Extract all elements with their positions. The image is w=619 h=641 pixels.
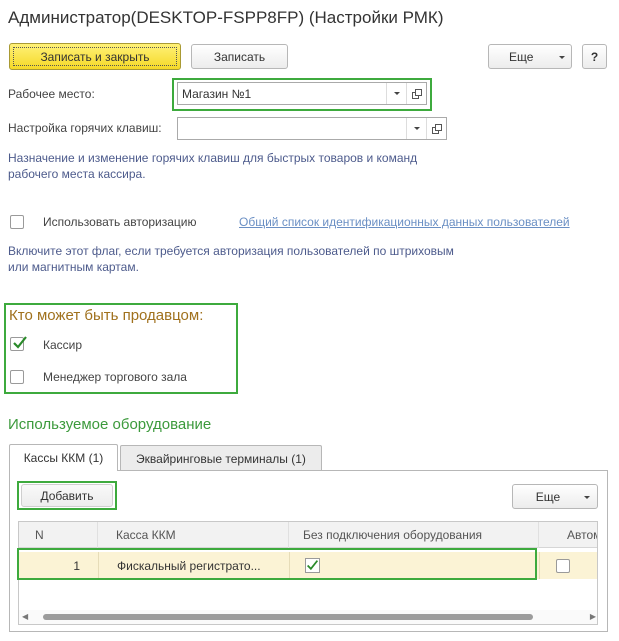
column-header-no-connection[interactable]: Без подключения оборудования [289, 522, 539, 548]
scroll-left-icon[interactable]: ◀ [22, 613, 28, 621]
manager-checkbox[interactable] [10, 370, 24, 384]
chevron-down-icon [559, 56, 565, 59]
workplace-value: Магазин №1 [182, 86, 252, 101]
hotkeys-hint-line1: Назначение и изменение горячих клавиш дл… [8, 151, 418, 165]
equipment-title: Используемое оборудование [8, 416, 212, 433]
window-title: Администратор(DESKTOP-FSPP8FP) (Настройк… [8, 8, 444, 27]
help-label: ? [590, 49, 599, 64]
cell-auto[interactable] [539, 552, 597, 579]
table-header: N Касса ККМ Без подключения оборудования… [19, 522, 597, 548]
table-more-label: Еще [535, 489, 561, 504]
chevron-down-icon [393, 92, 400, 95]
hotkeys-open-button[interactable] [426, 118, 446, 139]
highlight-table-row [17, 548, 537, 580]
tab-acquiring-terminals[interactable]: Эквайринговые терминалы (1) [120, 445, 322, 471]
open-icon [431, 123, 442, 134]
auto-checkbox[interactable] [556, 558, 570, 573]
workplace-field[interactable]: Магазин №1 [177, 82, 427, 105]
seller-title: Кто может быть продавцом: [9, 307, 204, 324]
add-label: Добавить [40, 488, 94, 503]
auth-hint-line2: или магнитным картам. [8, 260, 139, 274]
hotkeys-label: Настройка горячих клавиш: [8, 121, 162, 135]
use-auth-checkbox[interactable] [10, 215, 24, 229]
tab-cash-registers-label: Кассы ККМ (1) [23, 451, 104, 465]
auth-list-link[interactable]: Общий список идентификационных данных по… [239, 215, 570, 229]
save-and-close-button[interactable]: Записать и закрыть [9, 43, 181, 70]
column-header-kassa[interactable]: Касса ККМ [98, 522, 289, 548]
scroll-right-icon[interactable]: ▶ [590, 613, 596, 621]
tab-acquiring-terminals-label: Эквайринговые терминалы (1) [136, 451, 306, 466]
table-scrollbar[interactable]: ◀ ▶ [19, 610, 597, 624]
hotkeys-dropdown-button[interactable] [406, 118, 426, 139]
column-header-n[interactable]: N [19, 522, 98, 548]
hotkeys-hint-line2: рабочего места кассира. [8, 167, 146, 181]
save-button[interactable]: Записать [191, 44, 288, 69]
help-button[interactable]: ? [582, 44, 607, 69]
more-label: Еще [509, 49, 534, 64]
use-auth-label: Использовать авторизацию [43, 215, 197, 229]
workplace-open-button[interactable] [406, 83, 426, 104]
cashier-checkbox[interactable] [10, 336, 27, 351]
cashier-label: Кассир [43, 338, 83, 352]
save-label: Записать [213, 49, 266, 64]
auth-hint-line1: Включите этот флаг, если требуется автор… [8, 244, 454, 258]
tab-cash-registers[interactable]: Кассы ККМ (1) [9, 444, 118, 471]
column-header-auto[interactable]: Автома [539, 522, 597, 548]
workplace-label: Рабочее место: [8, 87, 95, 101]
manager-label: Менеджер торгового зала [43, 370, 187, 384]
add-button[interactable]: Добавить [21, 484, 113, 507]
chevron-down-icon [413, 127, 420, 130]
table-more-button[interactable]: Еще [512, 484, 598, 509]
workplace-dropdown-button[interactable] [386, 83, 406, 104]
hotkeys-field[interactable] [177, 117, 447, 140]
hotkeys-hint: Назначение и изменение горячих клавиш дл… [8, 150, 417, 182]
open-icon [411, 88, 422, 99]
scrollbar-thumb[interactable] [43, 614, 533, 620]
more-button[interactable]: Еще [488, 44, 572, 69]
checkmark-icon [13, 336, 27, 349]
auth-hint: Включите этот флаг, если требуется автор… [8, 243, 454, 275]
chevron-down-icon [584, 496, 590, 499]
